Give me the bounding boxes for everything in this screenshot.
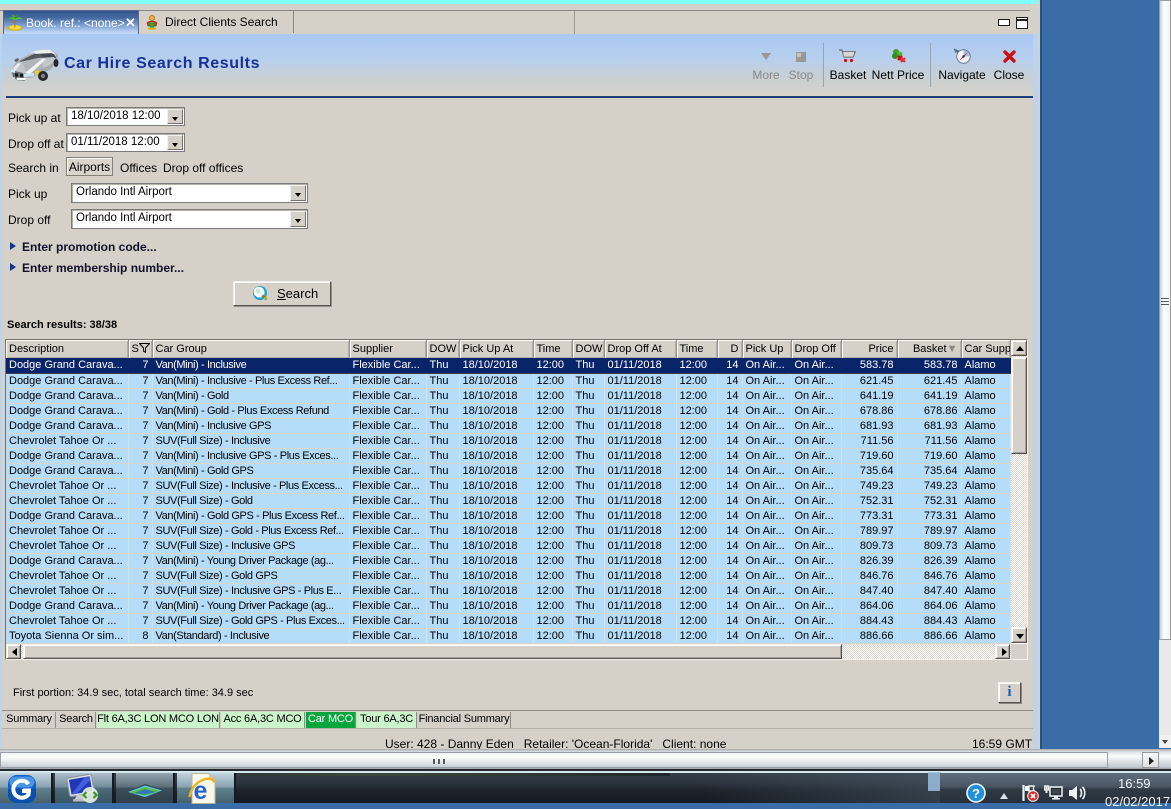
svg-text:?: ? [972,786,980,801]
svg-text:e: e [194,777,208,804]
